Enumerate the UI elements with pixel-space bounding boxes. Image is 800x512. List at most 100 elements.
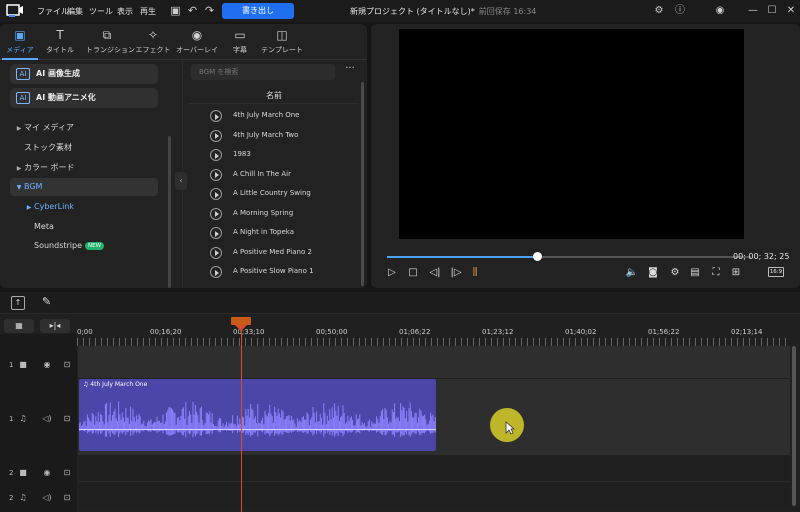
zoom-fit-icon[interactable]: ⛶	[709, 266, 723, 280]
template-icon: ◫	[276, 28, 288, 42]
bgm-search-input[interactable]	[191, 64, 335, 80]
tab-transition[interactable]: ⧉ トランジション	[86, 26, 135, 58]
play-preview-icon[interactable]	[210, 246, 222, 259]
bgm-track-item[interactable]: A Positive Slow Piano 1	[183, 262, 355, 282]
title-icon: T	[56, 28, 64, 42]
volume-icon[interactable]: 🔈	[625, 266, 639, 280]
music-note-icon[interactable]: ♫	[18, 493, 28, 502]
sidebar-scrollbar[interactable]	[168, 136, 171, 288]
bgm-track-item[interactable]: 4th July March One	[183, 106, 355, 126]
visibility-eye-icon[interactable]: ◉	[42, 360, 52, 369]
lock-icon[interactable]: ⊡	[62, 414, 72, 423]
play-preview-icon[interactable]	[210, 188, 222, 200]
list-scrollbar[interactable]	[361, 82, 364, 286]
previous-frame-icon[interactable]: ◁|	[428, 266, 442, 280]
menu-view[interactable]: 表示	[117, 6, 133, 17]
playhead-marker-icon[interactable]	[235, 325, 247, 331]
quality-settings-icon[interactable]: ⚙	[668, 266, 682, 280]
split-icon[interactable]: ⫼	[468, 266, 482, 280]
playback-scrubber-handle[interactable]	[533, 252, 542, 261]
tab-overlay[interactable]: ◉ オーバーレイ	[176, 26, 218, 58]
close-icon[interactable]: ✕	[784, 4, 798, 18]
next-frame-icon[interactable]: |▷	[449, 266, 463, 280]
subtitle-toggle-icon[interactable]: ▤	[688, 266, 702, 280]
more-options-icon[interactable]: ···	[343, 64, 357, 78]
tab-title[interactable]: T タイトル	[40, 26, 80, 58]
playhead-line[interactable]	[241, 318, 242, 512]
tab-media[interactable]: ▣ メディア	[0, 26, 40, 60]
ruler-time-label: 01;40;02	[565, 328, 597, 336]
tree-meta[interactable]: Meta	[0, 218, 170, 236]
bgm-track-item[interactable]: A Chill In The Air	[183, 165, 355, 185]
video-camera-icon[interactable]: ■	[18, 468, 28, 477]
tree-cyberlink[interactable]: ▶ CyberLink	[0, 198, 170, 216]
ai-video-anime-button[interactable]: AI AI 動画アニメ化	[10, 88, 158, 108]
bgm-track-item[interactable]: 1983	[183, 145, 355, 165]
lock-icon[interactable]: ⊡	[62, 468, 72, 477]
video-track-2-lane[interactable]	[78, 456, 790, 482]
lock-icon[interactable]: ⊡	[62, 360, 72, 369]
minimize-icon[interactable]: —	[746, 4, 760, 18]
play-preview-icon[interactable]	[210, 168, 222, 181]
menu-edit[interactable]: 編集	[67, 6, 83, 17]
export-button[interactable]: 書き出し	[222, 3, 294, 19]
redo-icon[interactable]: ↷	[203, 4, 216, 17]
bgm-track-item[interactable]: A Night in Topeka	[183, 223, 355, 243]
tree-my-media[interactable]: ▶ マイ メディア	[0, 119, 170, 137]
tab-effect[interactable]: ✧ エフェクト	[133, 26, 173, 58]
speaker-icon[interactable]: ◁)	[42, 414, 52, 423]
tab-label: メディア	[6, 46, 34, 54]
ai-image-generate-button[interactable]: AI AI 画像生成	[10, 64, 158, 84]
video-camera-icon[interactable]: ■	[18, 360, 28, 369]
bgm-track-item[interactable]: 4th July March Two	[183, 126, 355, 146]
settings-gear-icon[interactable]: ⚙	[652, 4, 666, 18]
play-preview-icon[interactable]	[210, 110, 222, 122]
play-preview-icon[interactable]	[210, 207, 222, 220]
music-note-icon[interactable]: ♫	[18, 414, 28, 423]
speaker-icon[interactable]: ◁)	[42, 493, 52, 502]
effect-icon: ✧	[147, 28, 159, 42]
maximize-icon[interactable]: ☐	[765, 4, 779, 18]
tab-template[interactable]: ◫ テンプレート	[261, 26, 303, 58]
bgm-track-item[interactable]: A Morning Spring	[183, 204, 355, 224]
play-preview-icon[interactable]	[210, 266, 222, 278]
tree-color-board[interactable]: ▶ カラー ボード	[0, 159, 170, 177]
play-preview-icon[interactable]	[210, 227, 222, 239]
save-icon[interactable]: ▣	[169, 4, 182, 17]
tree-soundstripe[interactable]: Soundstripe NEW	[0, 237, 170, 255]
playhead-handle[interactable]	[231, 317, 251, 325]
import-media-icon[interactable]: ↑	[11, 296, 25, 310]
timeline-scrollbar[interactable]	[792, 346, 796, 506]
track-name: A Little Country Swing	[233, 189, 311, 197]
tab-subtitle[interactable]: ▭ 字幕	[220, 26, 260, 58]
menu-tools[interactable]: ツール	[89, 6, 113, 17]
tree-bgm[interactable]: ▼ BGM	[10, 178, 158, 196]
account-icon[interactable]: ◉	[713, 4, 727, 18]
bgm-track-item[interactable]: A Little Country Swing	[183, 184, 355, 204]
snapshot-camera-icon[interactable]: ◙	[646, 266, 660, 280]
bgm-track-item[interactable]: A Positive Med Piano 2	[183, 243, 355, 263]
audio-clip[interactable]: ♫ 4th July March One	[79, 379, 436, 451]
menu-file[interactable]: ファイル	[37, 6, 69, 17]
lock-icon[interactable]: ⊡	[62, 493, 72, 502]
help-icon[interactable]: ⓘ	[673, 4, 687, 18]
play-icon[interactable]: ▷	[385, 266, 399, 280]
expand-arrow-icon: ▶	[16, 165, 22, 172]
edit-pen-icon[interactable]: ✎	[42, 295, 51, 308]
visibility-eye-icon[interactable]: ◉	[42, 468, 52, 477]
column-header-name[interactable]: 名前	[189, 88, 359, 104]
track-manager-button[interactable]: ▦	[4, 319, 34, 333]
undock-preview-icon[interactable]: ⊞	[729, 266, 743, 280]
play-preview-icon[interactable]	[210, 129, 222, 142]
timeline-ruler[interactable]: 0;00 00;16;20 00;33;10 00;50;00 01;06;22 01;2…	[77, 318, 790, 346]
tree-stock-media[interactable]: ストック素材	[0, 139, 170, 157]
tree-label: Soundstripe	[34, 241, 83, 250]
play-preview-icon[interactable]	[210, 149, 222, 161]
video-track-1-lane[interactable]	[78, 346, 790, 378]
fit-timeline-button[interactable]: ▸|◂	[40, 319, 70, 333]
stop-icon[interactable]: □	[406, 266, 420, 280]
audio-track-2-lane[interactable]	[78, 483, 790, 509]
undo-icon[interactable]: ↶	[186, 4, 199, 17]
menu-playback[interactable]: 再生	[140, 6, 156, 17]
aspect-ratio-button[interactable]: 16:9	[768, 267, 784, 277]
